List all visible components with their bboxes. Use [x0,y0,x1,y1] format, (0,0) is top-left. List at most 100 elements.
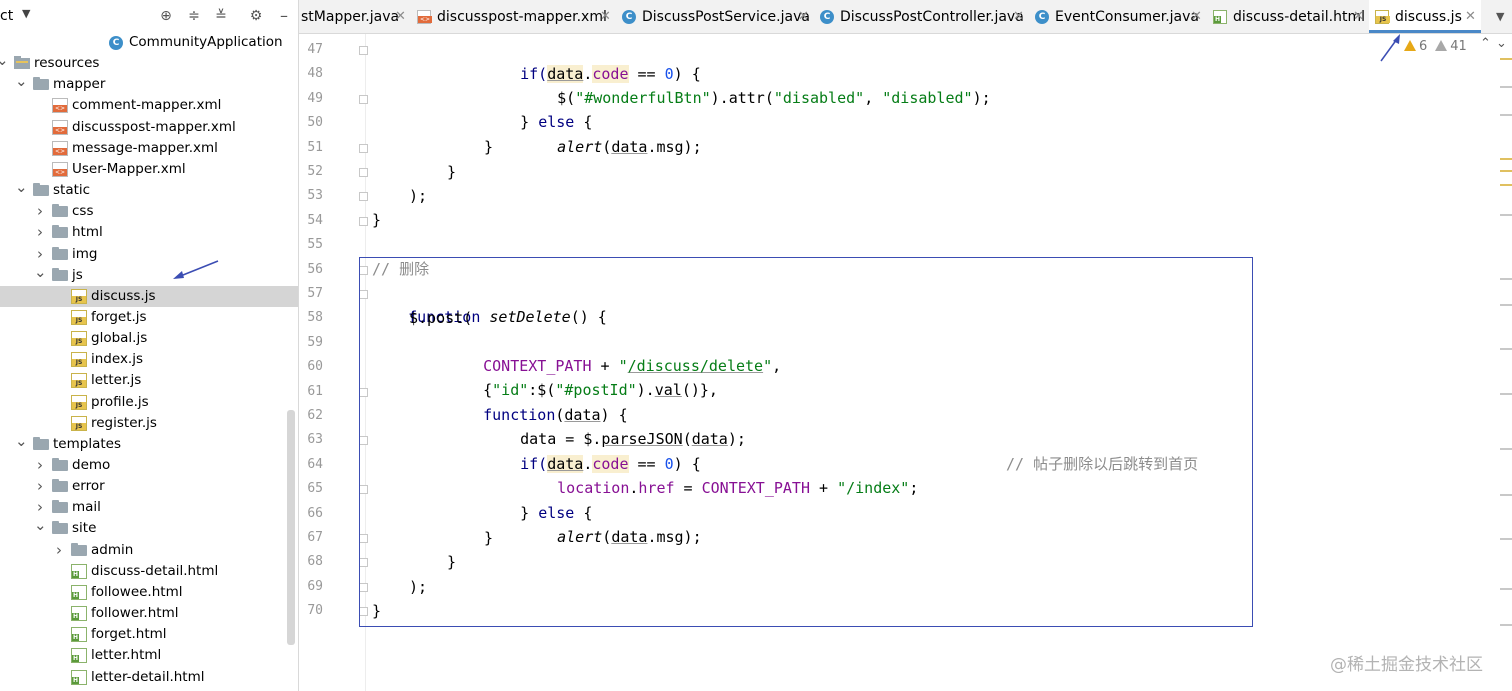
editor-tab[interactable]: DiscussPostController.java✕ [814,0,1029,33]
stripe-mark[interactable] [1500,170,1512,172]
tree-item[interactable]: followee.html [0,582,298,603]
stripe-mark[interactable] [1500,494,1512,496]
tree-item[interactable]: message-mapper.xml [0,138,298,159]
tree-item[interactable]: User-Mapper.xml [0,159,298,180]
stripe-mark[interactable] [1500,58,1512,60]
fold-marker-icon[interactable] [359,192,368,202]
collapse-all-icon[interactable]: ≚ [213,8,229,24]
fold-marker-icon[interactable] [359,265,368,275]
inspections-widget[interactable]: 6 41 [1404,38,1467,56]
tree-item[interactable]: discusspost-mapper.xml [0,117,298,138]
fold-marker-icon[interactable] [359,436,368,446]
tree-item[interactable]: ⌄ mapper [0,74,298,95]
stripe-mark[interactable] [1500,448,1512,450]
gear-icon[interactable]: ⚙ [248,8,264,24]
close-icon[interactable]: ✕ [798,0,809,33]
minimize-panel-icon[interactable]: – [276,8,292,24]
fold-marker-icon[interactable] [359,485,368,495]
fold-marker-icon[interactable] [359,534,368,543]
panel-dropdown-icon[interactable]: ▼ [22,7,30,20]
stripe-mark[interactable] [1500,624,1512,626]
fold-marker-icon[interactable] [359,387,368,397]
tree-item[interactable]: letter.js [0,370,298,391]
tree-item[interactable]: ⌄ static [0,180,298,201]
chevron-right-icon[interactable]: › [34,497,46,518]
close-icon[interactable]: ✕ [1013,0,1024,33]
tree-item[interactable]: › mail [0,497,298,518]
chevron-down-icon[interactable]: ⌄ [1496,36,1507,51]
tree-item[interactable]: forget.html [0,624,298,645]
tree-item[interactable]: › admin [0,540,298,561]
expand-all-icon[interactable]: ≑ [186,8,202,24]
chevron-down-icon[interactable]: ⌄ [15,74,28,95]
tree-item[interactable]: forget.js [0,307,298,328]
chevron-down-icon[interactable]: ⌄ [15,180,28,201]
tree-item[interactable]: › img [0,244,298,265]
tree-item[interactable]: letter.html [0,645,298,666]
chevron-right-icon[interactable]: › [53,540,65,561]
project-tree-scrollbar[interactable] [287,410,295,645]
tree-item[interactable]: ⌄ resources [0,53,298,74]
stripe-mark[interactable] [1500,304,1512,306]
tree-item[interactable]: › html [0,222,298,243]
tree-item[interactable]: › demo [0,455,298,476]
fold-marker-icon[interactable] [359,143,368,153]
stripe-mark[interactable] [1500,114,1512,116]
stripe-mark[interactable] [1500,348,1512,350]
close-icon[interactable]: ✕ [1191,0,1202,33]
editor-tab[interactable]: discusspost-mapper.xml✕ [411,0,616,33]
tree-item[interactable]: register.js [0,413,298,434]
editor-tab[interactable]: discuss-detail.html✕ [1207,0,1369,33]
tree-item[interactable]: ⌄ site [0,518,298,539]
chevron-right-icon[interactable]: › [34,244,46,265]
chevron-right-icon[interactable]: › [34,222,46,243]
fold-marker-icon[interactable] [359,558,368,568]
fold-marker-icon[interactable] [359,46,368,55]
close-icon[interactable]: ✕ [1465,0,1476,33]
chevron-right-icon[interactable]: › [34,476,46,497]
project-panel-title[interactable]: ct [0,8,13,24]
fold-marker-icon[interactable] [359,290,368,299]
tab-overflow-chevron-icon[interactable]: ▼ [1496,0,1504,33]
chevron-down-icon[interactable]: ⌄ [0,53,9,74]
stripe-mark[interactable] [1500,393,1512,395]
editor-tab[interactable]: DiscussPostService.java✕ [616,0,814,33]
tree-item[interactable]: discuss-detail.html [0,561,298,582]
tree-item[interactable]: follower.html [0,603,298,624]
stripe-mark[interactable] [1500,278,1512,280]
locate-icon[interactable]: ⊕ [158,8,174,24]
stripe-mark[interactable] [1500,184,1512,186]
fold-marker-icon[interactable] [359,607,368,617]
fold-marker-icon[interactable] [359,582,368,592]
tree-item[interactable]: global.js [0,328,298,349]
chevron-down-icon[interactable]: ⌄ [34,264,47,286]
chevron-up-icon[interactable]: ⌃ [1480,36,1491,51]
error-stripe[interactable] [1497,58,1512,678]
tree-item[interactable]: letter-detail.html [0,667,298,688]
chevron-right-icon[interactable]: › [34,455,46,476]
code-editor[interactable]: 47 48 49 50 51 52 53 54 55 56 57 58 59 60 61 62 63 64 65 66… [299,34,1512,691]
chevron-right-icon[interactable]: › [34,201,46,222]
close-icon[interactable]: ✕ [1353,0,1364,33]
tree-item[interactable]: ⌄ js [0,264,298,286]
fold-marker-icon[interactable] [359,168,368,177]
tree-item[interactable]: › css [0,201,298,222]
stripe-mark[interactable] [1500,158,1512,160]
tree-item[interactable]: profile.js [0,392,298,413]
fold-marker-icon[interactable] [359,216,368,226]
stripe-mark[interactable] [1500,86,1512,88]
editor-tab[interactable]: EventConsumer.java✕ [1029,0,1207,33]
editor-tab[interactable]: discuss.js✕ [1369,0,1481,33]
stripe-mark[interactable] [1500,588,1512,590]
stripe-mark[interactable] [1500,538,1512,540]
editor-tab[interactable]: stMapper.java ✕ [299,0,411,33]
chevron-down-icon[interactable]: ⌄ [34,518,47,539]
fold-marker-icon[interactable] [359,94,368,104]
chevron-down-icon[interactable]: ⌄ [15,433,28,455]
tree-item[interactable]: › error [0,476,298,497]
close-icon[interactable]: ✕ [600,0,611,33]
tree-item[interactable]: comment-mapper.xml [0,95,298,116]
tree-item[interactable]: ⌄ templates [0,433,298,455]
tree-item[interactable]: CommunityApplication [0,32,298,53]
tree-item[interactable]: discuss.js [0,285,298,307]
